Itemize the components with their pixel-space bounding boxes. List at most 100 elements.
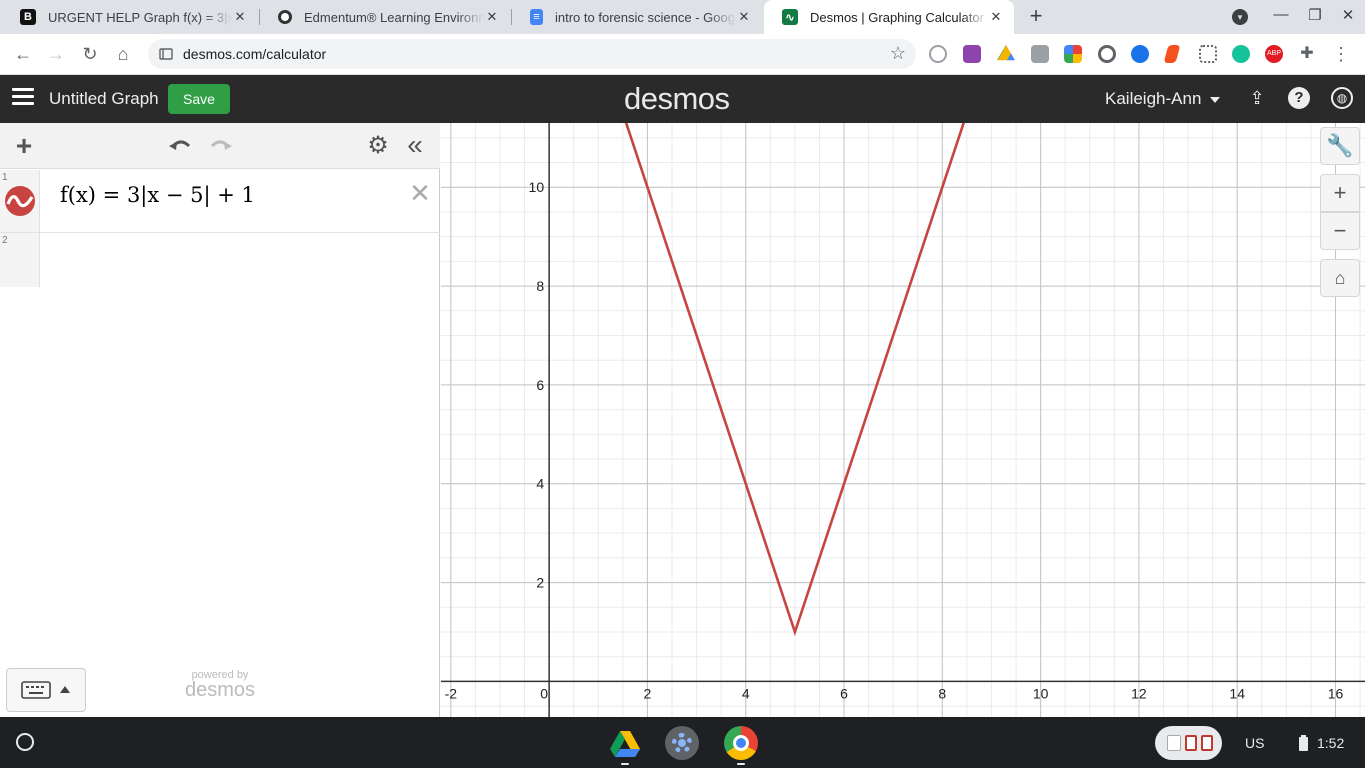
expression-index: 1 — [2, 172, 8, 183]
clock: 1:52 — [1317, 735, 1345, 751]
tab-title: Edmentum® Learning Environment — [304, 9, 484, 25]
minimize-icon[interactable]: — — [1270, 6, 1292, 28]
running-indicator — [737, 763, 745, 765]
tab-title: intro to forensic science - Google Docs — [555, 9, 736, 25]
restore-icon[interactable]: ❐ — [1304, 6, 1326, 28]
expression-formula[interactable]: f(x) = 3|x − 5| + 1 — [60, 183, 255, 207]
tab-edmentum[interactable]: Edmentum® Learning Environment ✕ — [260, 0, 510, 34]
extension-purple-icon[interactable] — [963, 45, 981, 63]
graph-settings-wrench-icon[interactable]: 🔧 — [1320, 127, 1360, 165]
extension-grid-icon[interactable] — [1064, 45, 1082, 63]
minor-grid — [441, 123, 1365, 717]
tab-google-docs[interactable]: ≡ intro to forensic science - Google Doc… — [512, 0, 762, 34]
graph-svg[interactable]: -2 0 2 4 6 8 10 12 14 16 2 4 6 8 10 — [441, 123, 1365, 717]
caret-down-icon[interactable] — [1210, 97, 1220, 103]
forward-icon[interactable]: → — [44, 42, 68, 66]
browser-menu-icon[interactable]: ⋮ — [1332, 45, 1350, 63]
extension-gray-icon[interactable] — [1031, 45, 1049, 63]
zoom-in-icon[interactable]: + — [1320, 174, 1360, 212]
google-drive-extension-icon[interactable] — [997, 45, 1015, 61]
expression-panel: + ⚙ « 1 f(x) = 3|x − 5| + 1 ✕ 2 powered … — [0, 123, 440, 717]
user-menu[interactable]: Kaileigh-Ann — [1105, 89, 1201, 109]
graph-title[interactable]: Untitled Graph — [49, 89, 159, 109]
settings-icon[interactable] — [665, 726, 699, 760]
tab-title: Desmos | Graphing Calculator — [810, 9, 984, 25]
default-viewport-home-icon[interactable]: ⌂ — [1320, 259, 1360, 297]
x-tick-label: 10 — [1033, 685, 1049, 701]
close-tab-icon[interactable]: ✕ — [484, 9, 500, 25]
browser-tab-strip: B URGENT HELP Graph f(x) = 3|x - 5 ✕ Edm… — [0, 0, 1365, 34]
tab-search-icon[interactable]: ▾ — [1232, 9, 1248, 25]
input-language: US — [1245, 735, 1265, 751]
grammarly-icon[interactable] — [1232, 45, 1250, 63]
wifi-icon — [1276, 739, 1284, 749]
home-icon[interactable]: ⌂ — [111, 42, 135, 66]
tab-title: URGENT HELP Graph f(x) = 3|x - 5 — [48, 9, 232, 25]
extensions-puzzle-icon[interactable]: ✚ — [1298, 45, 1316, 63]
google-docs-icon: ≡ — [530, 9, 543, 25]
x-tick-label: 14 — [1229, 685, 1245, 701]
zoom-out-icon[interactable]: − — [1320, 212, 1360, 250]
power-extension-icon[interactable] — [1098, 45, 1116, 63]
caret-up-icon — [60, 686, 70, 693]
back-icon[interactable]: ← — [11, 42, 35, 66]
delete-expression-icon[interactable]: ✕ — [408, 178, 432, 209]
x-tick-label: -2 — [445, 685, 458, 701]
desmos-icon: ∿ — [782, 9, 798, 25]
graph-color-toggle-icon[interactable] — [4, 185, 36, 217]
expression-row[interactable]: 1 f(x) = 3|x − 5| + 1 ✕ — [0, 170, 440, 233]
keyboard-icon — [21, 681, 51, 699]
expression-toolbar: + ⚙ « — [0, 123, 440, 169]
language-globe-icon[interactable]: ◍ — [1331, 87, 1353, 109]
tab-brainly[interactable]: B URGENT HELP Graph f(x) = 3|x - 5 ✕ — [2, 0, 258, 34]
site-info-icon[interactable] — [159, 47, 173, 61]
chrome-icon[interactable] — [724, 726, 758, 760]
battery-icon — [1299, 735, 1308, 751]
y-tick-label: 4 — [536, 476, 544, 492]
expression-gutter: 1 — [0, 170, 40, 232]
expression-gutter: 2 — [0, 233, 40, 287]
bookmark-star-icon[interactable]: ☆ — [890, 43, 906, 64]
collapse-panel-icon[interactable]: « — [401, 131, 429, 160]
save-button[interactable]: Save — [168, 84, 230, 114]
keypad-toggle-button[interactable] — [6, 668, 86, 712]
close-tab-icon[interactable]: ✕ — [232, 9, 248, 25]
help-icon[interactable]: ? — [1288, 87, 1310, 109]
x-tick-label: 0 — [540, 685, 548, 701]
close-tab-icon[interactable]: ✕ — [988, 9, 1004, 25]
new-tab-icon[interactable]: + — [1024, 5, 1048, 29]
close-window-icon[interactable]: ✕ — [1337, 6, 1359, 28]
undo-icon[interactable] — [167, 132, 195, 160]
launcher-icon[interactable] — [16, 733, 34, 751]
edmentum-icon — [278, 10, 292, 24]
x-tick-label: 6 — [840, 685, 848, 701]
extension-orange-icon[interactable] — [1163, 45, 1181, 63]
help-extension-icon[interactable] — [929, 45, 947, 63]
screen: B URGENT HELP Graph f(x) = 3|x - 5 ✕ Edm… — [0, 0, 1365, 768]
extension-apps-icon[interactable] — [1199, 45, 1217, 63]
url-text: desmos.com/calculator — [183, 46, 327, 62]
redo-icon[interactable] — [206, 132, 234, 160]
reload-icon[interactable]: ↻ — [78, 42, 102, 66]
close-tab-icon[interactable]: ✕ — [736, 9, 752, 25]
adblock-plus-icon[interactable]: ABP — [1265, 45, 1283, 63]
system-status-area[interactable]: US 1:52 — [1232, 726, 1360, 760]
powered-by-desmos: powered by desmos — [178, 669, 262, 702]
graph-paper[interactable]: -2 0 2 4 6 8 10 12 14 16 2 4 6 8 10 — [441, 123, 1365, 717]
tab-desmos[interactable]: ∿ Desmos | Graphing Calculator ✕ — [764, 0, 1014, 34]
brainly-icon: B — [20, 9, 36, 25]
shield-extension-icon[interactable] — [1131, 45, 1149, 63]
expression-row[interactable]: 2 — [0, 233, 440, 287]
share-icon[interactable]: ⇪ — [1246, 87, 1268, 109]
x-tick-label: 4 — [742, 685, 750, 701]
y-tick-label: 6 — [536, 377, 544, 393]
settings-gear-icon[interactable]: ⚙ — [364, 132, 392, 160]
tray-holding-space[interactable] — [1155, 726, 1222, 760]
address-bar[interactable]: desmos.com/calculator ☆ — [148, 39, 916, 69]
hamburger-menu-icon[interactable] — [12, 88, 34, 106]
google-drive-icon[interactable] — [608, 726, 642, 760]
x-tick-label: 16 — [1328, 685, 1344, 701]
x-tick-label: 2 — [644, 685, 652, 701]
running-indicator — [621, 763, 629, 765]
add-item-icon[interactable]: + — [10, 132, 38, 160]
